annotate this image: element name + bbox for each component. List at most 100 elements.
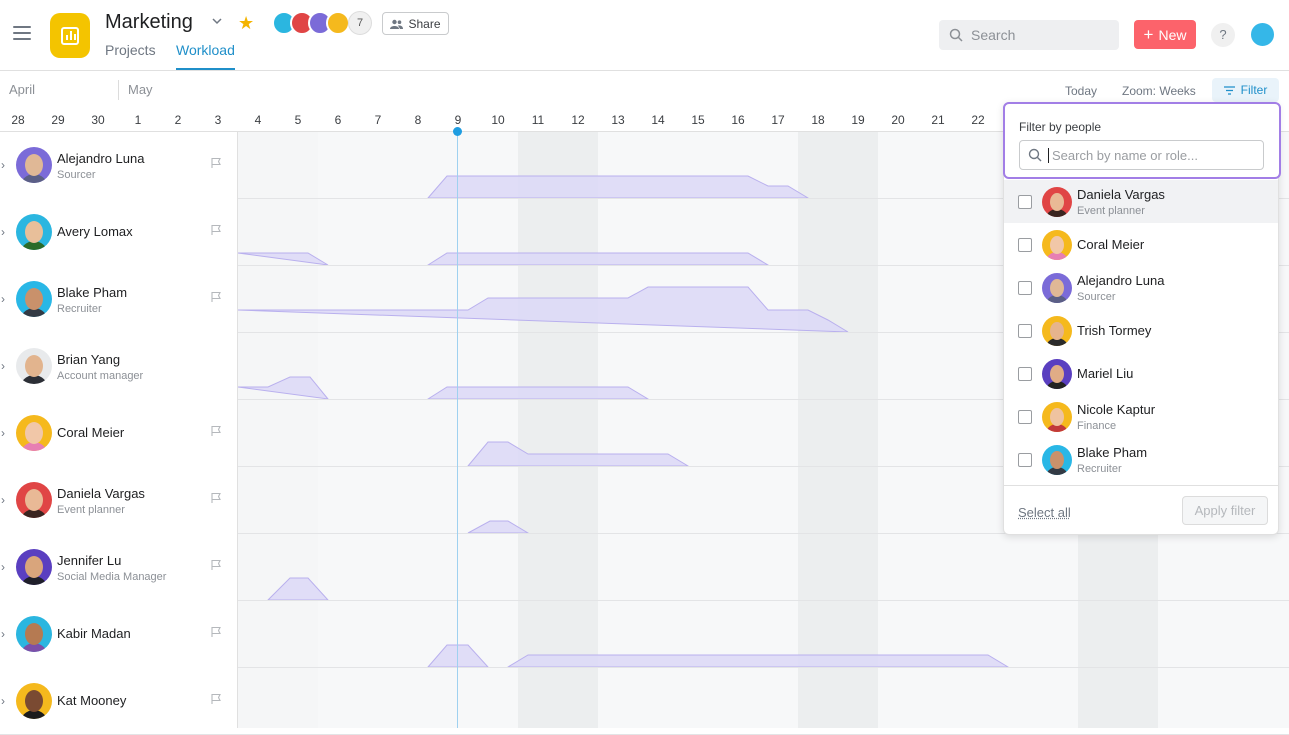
flag-icon[interactable] bbox=[210, 626, 222, 638]
flag-icon[interactable] bbox=[210, 492, 222, 504]
person-row[interactable]: › Daniela Vargas Event planner bbox=[0, 467, 238, 533]
tab-projects[interactable]: Projects bbox=[105, 42, 156, 70]
person-role: Account manager bbox=[57, 370, 144, 382]
day-label: 3 bbox=[214, 113, 222, 127]
day-label: 5 bbox=[294, 113, 302, 127]
tab-workload[interactable]: Workload bbox=[176, 42, 235, 70]
member-avatar[interactable] bbox=[326, 11, 350, 35]
person-role: Recruiter bbox=[57, 303, 102, 315]
select-all-link[interactable]: Select all bbox=[1018, 505, 1071, 520]
flag-icon[interactable] bbox=[210, 157, 222, 169]
flag-icon[interactable] bbox=[210, 559, 222, 571]
chevron-right-icon[interactable]: › bbox=[1, 560, 5, 574]
month-divider bbox=[118, 80, 119, 100]
chevron-down-icon[interactable] bbox=[211, 15, 223, 27]
filter-button[interactable]: Filter bbox=[1212, 78, 1279, 102]
avatar bbox=[1042, 230, 1072, 260]
search-placeholder: Search bbox=[971, 27, 1016, 43]
day-label: 29 bbox=[51, 113, 65, 127]
project-title: Marketing bbox=[105, 11, 193, 33]
people-icon bbox=[390, 19, 404, 29]
flag-icon[interactable] bbox=[210, 425, 222, 437]
avatar bbox=[16, 616, 52, 652]
people-option[interactable]: Blake Pham Recruiter bbox=[1004, 438, 1278, 481]
avatar bbox=[1042, 187, 1072, 217]
option-name: Trish Tormey bbox=[1077, 323, 1152, 338]
global-search[interactable]: Search bbox=[939, 20, 1119, 50]
person-row[interactable]: › Brian Yang Account manager bbox=[0, 333, 238, 399]
person-checkbox[interactable] bbox=[1018, 453, 1032, 467]
day-label: 7 bbox=[374, 113, 382, 127]
chevron-right-icon[interactable]: › bbox=[1, 627, 5, 641]
share-label: Share bbox=[408, 16, 441, 31]
option-role: Event planner bbox=[1077, 205, 1145, 217]
person-row[interactable]: › Avery Lomax bbox=[0, 199, 238, 265]
star-icon[interactable]: ★ bbox=[238, 13, 254, 33]
option-name: Coral Meier bbox=[1077, 237, 1145, 252]
person-row[interactable]: › Alejandro Luna Sourcer bbox=[0, 132, 238, 198]
chevron-right-icon[interactable]: › bbox=[1, 493, 5, 507]
day-label: 16 bbox=[731, 113, 745, 127]
filter-footer: Select all Apply filter bbox=[1004, 485, 1278, 535]
month-header: April May Today Zoom: Weeks bbox=[0, 72, 1289, 106]
option-name: Alejandro Luna bbox=[1077, 273, 1165, 288]
option-role: Finance bbox=[1077, 420, 1117, 432]
filter-icon bbox=[1223, 85, 1235, 95]
person-row[interactable]: › Blake Pham Recruiter bbox=[0, 266, 238, 332]
help-button[interactable]: ? bbox=[1211, 23, 1235, 47]
person-row[interactable]: › Jennifer Lu Social Media Manager bbox=[0, 534, 238, 600]
new-button[interactable]: + New bbox=[1134, 20, 1196, 49]
person-checkbox[interactable] bbox=[1018, 324, 1032, 338]
today-marker bbox=[453, 127, 462, 136]
people-option[interactable]: Daniela Vargas Event planner bbox=[1004, 180, 1278, 223]
people-option[interactable]: Alejandro Luna Sourcer bbox=[1004, 266, 1278, 309]
filter-by-people-label: Filter by people bbox=[1019, 120, 1102, 134]
month-label: April bbox=[9, 82, 36, 97]
avatar bbox=[1042, 445, 1072, 475]
person-name: Jennifer Lu bbox=[57, 553, 122, 568]
chevron-right-icon[interactable]: › bbox=[1, 158, 5, 172]
filter-popover: Filter by people Search by name or role.… bbox=[1003, 102, 1281, 535]
avatar bbox=[16, 549, 52, 585]
person-row[interactable]: › Kat Mooney bbox=[0, 668, 238, 734]
person-checkbox[interactable] bbox=[1018, 410, 1032, 424]
person-name: Alejandro Luna bbox=[57, 151, 145, 166]
person-name: Blake Pham bbox=[57, 285, 128, 300]
people-option[interactable]: Trish Tormey bbox=[1004, 309, 1278, 352]
flag-icon[interactable] bbox=[210, 224, 222, 236]
day-label: 8 bbox=[414, 113, 422, 127]
person-role: Event planner bbox=[57, 504, 125, 516]
day-label: 28 bbox=[11, 113, 25, 127]
people-option[interactable]: Mariel Liu bbox=[1004, 352, 1278, 395]
person-checkbox[interactable] bbox=[1018, 238, 1032, 252]
people-option[interactable]: Nicole Kaptur Finance bbox=[1004, 395, 1278, 438]
today-button[interactable]: Today bbox=[1065, 84, 1097, 98]
person-checkbox[interactable] bbox=[1018, 195, 1032, 209]
avatar bbox=[16, 281, 52, 317]
chevron-right-icon[interactable]: › bbox=[1, 359, 5, 373]
flag-icon[interactable] bbox=[210, 291, 222, 303]
member-count[interactable]: 7 bbox=[348, 11, 372, 35]
search-icon bbox=[1028, 148, 1042, 162]
flag-icon[interactable] bbox=[210, 693, 222, 705]
project-icon bbox=[50, 13, 90, 58]
apply-filter-button[interactable]: Apply filter bbox=[1182, 496, 1268, 525]
chevron-right-icon[interactable]: › bbox=[1, 694, 5, 708]
chevron-right-icon[interactable]: › bbox=[1, 426, 5, 440]
person-role: Social Media Manager bbox=[57, 571, 167, 583]
people-search-input[interactable]: Search by name or role... bbox=[1019, 140, 1264, 170]
share-button[interactable]: Share bbox=[382, 12, 449, 35]
person-name: Kat Mooney bbox=[57, 693, 127, 708]
menu-icon[interactable] bbox=[13, 26, 31, 40]
chevron-right-icon[interactable]: › bbox=[1, 225, 5, 239]
user-avatar[interactable] bbox=[1250, 22, 1275, 47]
people-option[interactable]: Coral Meier bbox=[1004, 223, 1278, 266]
today-line bbox=[457, 131, 458, 728]
chevron-right-icon[interactable]: › bbox=[1, 292, 5, 306]
zoom-dropdown[interactable]: Zoom: Weeks bbox=[1122, 84, 1196, 98]
person-row[interactable]: › Coral Meier bbox=[0, 400, 238, 466]
person-row[interactable]: › Kabir Madan bbox=[0, 601, 238, 667]
avatar bbox=[1042, 402, 1072, 432]
person-checkbox[interactable] bbox=[1018, 281, 1032, 295]
person-checkbox[interactable] bbox=[1018, 367, 1032, 381]
